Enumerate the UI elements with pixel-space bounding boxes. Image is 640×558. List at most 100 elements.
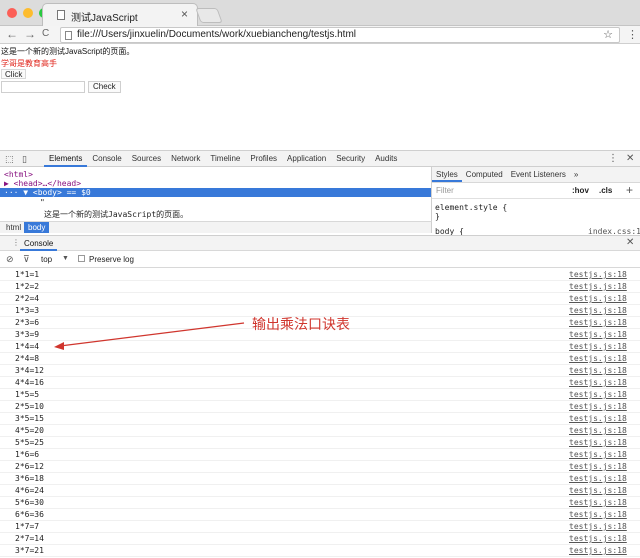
url-text[interactable]: file:///Users/jinxuelin/Documents/work/x… — [77, 29, 356, 40]
console-log-row: 4*6=24 testjs.js:18 — [0, 485, 640, 497]
address-bar[interactable]: file:///Users/jinxuelin/Documents/work/x… — [60, 27, 620, 43]
tab-event-listeners[interactable]: Event Listeners — [507, 167, 570, 182]
click-button[interactable]: Click — [1, 69, 27, 79]
console-log-row: 6*6=36 testjs.js:18 — [0, 509, 640, 521]
elements-dom-tree: <html> ▶ <head>…</head> ··· ▼ <body> == … — [0, 167, 432, 221]
dom-node-body-label: ··· ▼ <body> == $0 — [4, 188, 91, 197]
browser-tab[interactable]: 测试JavaScript × — [42, 3, 198, 26]
console-log-message: 5*6=30 — [15, 498, 44, 507]
clear-console-icon[interactable]: ⊘ — [6, 254, 14, 265]
preserve-log-label: Preserve log — [89, 255, 134, 264]
tab-elements[interactable]: Elements — [44, 151, 88, 167]
chevron-down-icon[interactable]: ▼ — [62, 255, 69, 262]
console-log-source-link[interactable]: testjs.js:18 — [569, 305, 627, 316]
console-log-row: 1*7=7 testjs.js:18 — [0, 521, 640, 533]
console-log-source-link[interactable]: testjs.js:18 — [569, 401, 627, 412]
console-log-message: 1*7=7 — [15, 522, 40, 531]
tab-styles[interactable]: Styles — [432, 167, 462, 182]
tab-more[interactable]: » — [570, 167, 582, 182]
console-log-source-link[interactable]: testjs.js:18 — [569, 485, 627, 496]
tab-console-drawer[interactable]: Console — [20, 236, 58, 251]
console-log-message: 3*6=18 — [15, 474, 44, 483]
console-log-source-link[interactable]: testjs.js:18 — [569, 389, 627, 400]
minimize-window-button[interactable] — [23, 8, 33, 18]
console-log-source-link[interactable]: testjs.js:18 — [569, 533, 627, 544]
dom-node-body-selected[interactable]: ··· ▼ <body> == $0 — [0, 188, 431, 197]
context-selector[interactable]: top — [41, 255, 52, 264]
console-log-row: 3*6=18 testjs.js:18 — [0, 473, 640, 485]
preserve-log-checkbox[interactable] — [78, 255, 85, 262]
console-log-message: 6*6=36 — [15, 510, 44, 519]
console-log-source-link[interactable]: testjs.js:18 — [569, 437, 627, 448]
filter-icon[interactable]: ⊽ — [23, 254, 30, 265]
console-log-source-link[interactable]: testjs.js:18 — [569, 425, 627, 436]
console-log-source-link[interactable]: testjs.js:18 — [569, 317, 627, 328]
reload-button[interactable]: C — [42, 27, 49, 41]
new-rule-button[interactable]: + — [626, 183, 633, 197]
console-log-source-link[interactable]: testjs.js:18 — [569, 293, 627, 304]
console-log-row: 1*2=2 testjs.js:18 — [0, 281, 640, 293]
dom-text-node[interactable]: 这是一个新的测试JavaScript的页面。 — [44, 209, 188, 220]
console-log-source-link[interactable]: testjs.js:18 — [569, 497, 627, 508]
devtools-menu-icon[interactable]: ⋮ — [608, 153, 618, 164]
tab-console[interactable]: Console — [87, 151, 126, 167]
styles-filter-input[interactable]: Filter — [436, 186, 454, 195]
devtools-close-icon[interactable]: ✕ — [626, 153, 634, 164]
tab-computed[interactable]: Computed — [462, 167, 507, 182]
forward-button[interactable]: → — [24, 27, 36, 41]
console-log-source-link[interactable]: testjs.js:18 — [569, 281, 627, 292]
browser-menu-icon[interactable]: ⋮ — [627, 28, 638, 41]
console-log-source-link[interactable]: testjs.js:18 — [569, 365, 627, 376]
close-window-button[interactable] — [7, 8, 17, 18]
page-paragraph: 这是一个新的测试JavaScript的页面。 — [1, 47, 135, 56]
console-log-message: 1*2=2 — [15, 282, 40, 291]
class-toggle[interactable]: .cls — [599, 186, 612, 195]
device-toolbar-icon[interactable]: ▯ — [22, 154, 27, 165]
tab-profiles[interactable]: Profiles — [245, 151, 282, 167]
styles-filter-bar: Filter :hov .cls + — [432, 183, 640, 199]
console-log-source-link[interactable]: testjs.js:18 — [569, 509, 627, 520]
breadcrumb-body[interactable]: body — [24, 222, 50, 233]
console-log-source-link[interactable]: testjs.js:18 — [569, 461, 627, 472]
dom-quote: " — [40, 198, 45, 207]
console-log-source-link[interactable]: testjs.js:18 — [569, 341, 627, 352]
dom-node-head[interactable]: ▶ <head>…</head> — [4, 179, 81, 188]
drawer-menu-icon[interactable]: ⋮ — [12, 238, 20, 247]
console-log-source-link[interactable]: testjs.js:18 — [569, 545, 627, 556]
tab-close-icon[interactable]: × — [181, 7, 188, 21]
dom-node-html[interactable]: <html> — [4, 170, 33, 179]
console-log-row: 1*5=5 testjs.js:18 — [0, 389, 640, 401]
console-log-source-link[interactable]: testjs.js:18 — [569, 377, 627, 388]
browser-tab-strip: 测试JavaScript × — [0, 0, 640, 26]
new-tab-button[interactable] — [195, 8, 223, 23]
tab-title: 测试JavaScript — [71, 13, 138, 24]
tab-timeline[interactable]: Timeline — [205, 151, 245, 167]
tab-network[interactable]: Network — [166, 151, 205, 167]
console-log-source-link[interactable]: testjs.js:18 — [569, 269, 627, 280]
console-log-source-link[interactable]: testjs.js:18 — [569, 521, 627, 532]
console-drawer-bar: ⋮ Console ✕ — [0, 235, 640, 251]
hover-state-toggle[interactable]: :hov — [572, 186, 589, 195]
console-log-source-link[interactable]: testjs.js:18 — [569, 353, 627, 364]
console-log-source-link[interactable]: testjs.js:18 — [569, 413, 627, 424]
page-text-input[interactable] — [1, 81, 85, 93]
console-log-message: 5*5=25 — [15, 438, 44, 447]
console-log-row: 2*6=12 testjs.js:18 — [0, 461, 640, 473]
console-log-source-link[interactable]: testjs.js:18 — [569, 329, 627, 340]
inspect-element-icon[interactable]: ⬚ — [5, 154, 14, 165]
console-log-source-link[interactable]: testjs.js:18 — [569, 449, 627, 460]
console-log-source-link[interactable]: testjs.js:18 — [569, 473, 627, 484]
drawer-close-icon[interactable]: ✕ — [626, 237, 634, 248]
breadcrumb-html[interactable]: html — [2, 222, 25, 233]
console-log-row: 3*5=15 testjs.js:18 — [0, 413, 640, 425]
tab-audits[interactable]: Audits — [370, 151, 402, 167]
tab-sources[interactable]: Sources — [127, 151, 166, 167]
check-button[interactable]: Check — [88, 81, 121, 93]
style-rule-element[interactable]: element.style { — [435, 203, 507, 212]
back-button[interactable]: ← — [6, 27, 18, 41]
tab-security[interactable]: Security — [331, 151, 370, 167]
bookmark-star-icon[interactable]: ☆ — [603, 28, 613, 41]
screenshot-root: 测试JavaScript × ← → C file:///Users/jinxu… — [0, 0, 640, 558]
style-rule-element-close: } — [435, 212, 440, 221]
tab-application[interactable]: Application — [282, 151, 331, 167]
